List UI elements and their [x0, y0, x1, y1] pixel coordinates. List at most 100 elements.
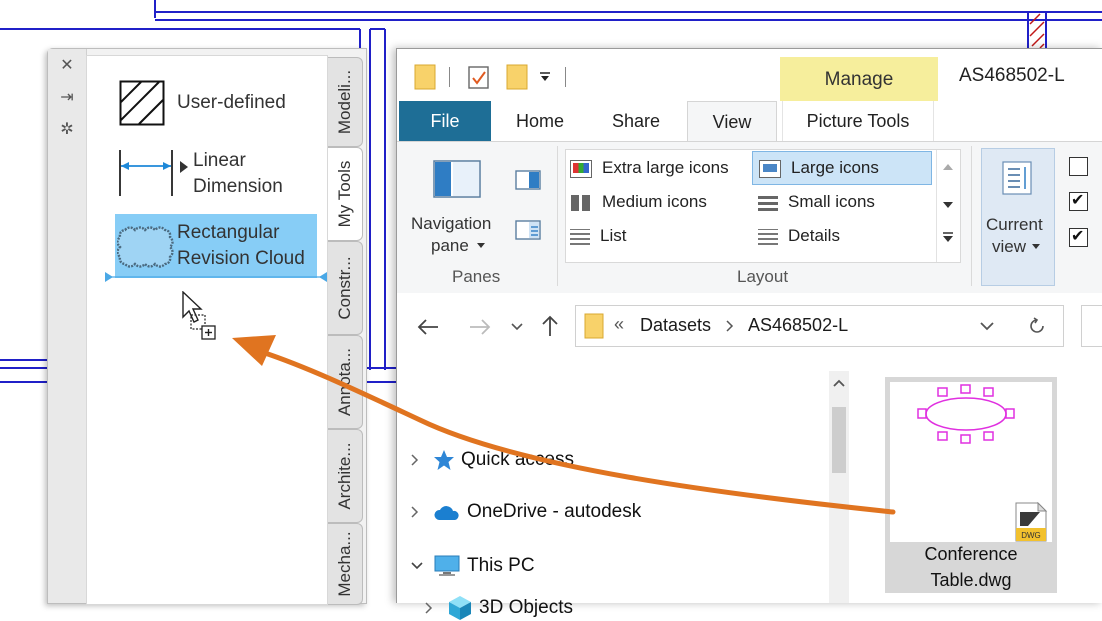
tab-label: My Tools — [335, 160, 354, 228]
address-dropdown-icon[interactable] — [980, 322, 994, 331]
nav-item-quick-access[interactable]: Quick access — [411, 449, 574, 471]
nav-item-onedrive[interactable]: OneDrive - autodesk — [411, 501, 641, 523]
layout-large-icons[interactable]: Large icons — [752, 151, 932, 185]
breadcrumb-folder[interactable]: AS468502-L — [748, 315, 848, 336]
palette-title-strip: ✕ ⇥ ✲ — [48, 49, 87, 603]
palette-tab-constraints[interactable]: Constr... — [328, 241, 363, 335]
file-name-line2: Table.dwg — [930, 570, 1012, 590]
tab-share[interactable]: Share — [597, 101, 675, 141]
folder-icon — [584, 313, 604, 339]
tab-file[interactable]: File — [399, 101, 491, 141]
expand-gallery-icon[interactable] — [943, 232, 953, 242]
cube-icon — [449, 596, 471, 620]
chevron-down-icon[interactable] — [943, 202, 953, 208]
layout-medium-icons[interactable]: Medium icons — [570, 186, 707, 218]
folder-icon[interactable] — [413, 64, 437, 90]
layout-gallery-scroller[interactable] — [936, 150, 959, 262]
layout-list[interactable]: List — [570, 220, 626, 252]
refresh-button[interactable] — [1011, 305, 1064, 347]
cloud-icon — [434, 506, 459, 520]
details-pane-icon[interactable] — [515, 220, 541, 240]
recent-locations-icon[interactable] — [511, 323, 523, 331]
chevron-up-icon[interactable] — [943, 164, 953, 170]
breadcrumb-datasets[interactable]: Datasets — [640, 315, 711, 336]
palette-tab-mechanical[interactable]: Mecha... — [328, 523, 363, 605]
layout-label: Medium icons — [602, 192, 707, 211]
scrollbar-thumb[interactable] — [832, 407, 846, 473]
pin-icon[interactable]: ⇥ — [58, 89, 76, 107]
nav-label: This PC — [467, 555, 535, 577]
tab-label: Mecha... — [335, 531, 354, 597]
breadcrumb-overflow[interactable]: « — [614, 314, 624, 335]
file-explorer-window: Manage AS468502-L File Home Share View P… — [396, 48, 1102, 620]
nav-scrollbar[interactable] — [829, 371, 849, 603]
close-icon[interactable]: ✕ — [58, 57, 76, 75]
back-arrow-icon[interactable] — [417, 319, 439, 335]
chevron-down-icon — [477, 243, 485, 248]
hatch-icon — [119, 80, 165, 126]
palette-tab-my-tools[interactable]: My Tools — [328, 147, 363, 241]
new-folder-icon[interactable] — [505, 64, 529, 90]
chevron-right-icon — [411, 454, 419, 466]
current-view-icon — [1002, 161, 1032, 195]
tool-label: User-defined — [177, 92, 286, 113]
tab-label: Constr... — [335, 256, 354, 320]
tool-label-line1: Rectangular — [177, 222, 280, 243]
layout-details[interactable]: Details — [752, 220, 840, 252]
tab-label: Archite... — [335, 442, 354, 510]
layout-extra-large-icons[interactable]: Extra large icons — [570, 152, 729, 184]
palette-tab-annotation[interactable]: Annota... — [328, 335, 363, 429]
tab-view[interactable]: View — [687, 101, 777, 143]
extra-large-icons-icon — [570, 159, 592, 178]
layout-small-icons[interactable]: Small icons — [752, 186, 875, 218]
properties-icon[interactable] — [467, 64, 491, 90]
chevron-down-icon — [411, 562, 423, 570]
pc-icon — [434, 555, 460, 576]
dwg-file-icon: DWG — [1015, 502, 1048, 542]
tab-picture-tools[interactable]: Picture Tools — [782, 101, 934, 141]
checkbox-3[interactable] — [1069, 226, 1088, 247]
nav-label: 3D Objects — [479, 597, 573, 619]
drag-copy-cursor-icon — [182, 291, 216, 340]
forward-arrow-icon[interactable] — [469, 319, 491, 335]
file-name: Conference Table.dwg — [885, 541, 1057, 593]
layout-label: Extra large icons — [602, 158, 729, 177]
checkbox-1[interactable] — [1069, 157, 1088, 176]
group-separator — [557, 146, 558, 286]
navigation-pane: Quick access OneDrive - autodesk This PC… — [397, 365, 857, 620]
palette-tab-modeling[interactable]: Modeli... — [328, 57, 363, 147]
palette-tab-architectural[interactable]: Archite... — [328, 429, 363, 523]
tool-label-line2: Revision Cloud — [177, 248, 305, 269]
current-view-button[interactable]: Current view — [981, 148, 1055, 286]
search-input[interactable] — [1081, 305, 1102, 347]
chevron-right-icon — [411, 506, 419, 518]
current-view-label: Current — [986, 215, 1043, 234]
contextual-tab-manage[interactable]: Manage — [780, 57, 938, 101]
tab-home[interactable]: Home — [501, 101, 579, 141]
title-bar: Manage AS468502-L — [397, 49, 1102, 101]
large-icons-icon — [759, 159, 781, 178]
group-caption-layout: Layout — [737, 267, 789, 286]
up-arrow-icon[interactable] — [541, 315, 559, 337]
current-view-label-2: view — [992, 237, 1027, 256]
layout-label: List — [600, 226, 627, 245]
chevron-up-icon[interactable] — [833, 379, 845, 387]
checkbox-2[interactable] — [1069, 190, 1088, 211]
tool-label-line1: Linear — [193, 150, 246, 171]
breadcrumb-separator-icon — [726, 320, 734, 332]
details-icon — [758, 228, 778, 245]
insert-marker — [105, 272, 327, 282]
nav-item-3d-objects[interactable]: 3D Objects — [425, 595, 573, 621]
qa-dropdown-icon[interactable] — [539, 71, 551, 83]
revision-cloud-icon — [117, 226, 174, 268]
ribbon-view: Navigation pane Panes Extra large icons … — [397, 141, 1102, 295]
gear-icon[interactable]: ✲ — [58, 121, 76, 139]
address-row: « Datasets AS468502-L — [397, 293, 1102, 365]
nav-item-this-pc[interactable]: This PC — [411, 555, 535, 577]
flyout-arrow-icon[interactable] — [179, 160, 189, 174]
star-icon — [434, 450, 454, 470]
address-bar[interactable]: « Datasets AS468502-L — [575, 305, 1013, 347]
tab-label: Modeli... — [335, 69, 354, 135]
preview-pane-icon[interactable] — [515, 170, 541, 190]
file-item-conference-table[interactable]: DWG Conference Table.dwg — [885, 377, 1057, 593]
